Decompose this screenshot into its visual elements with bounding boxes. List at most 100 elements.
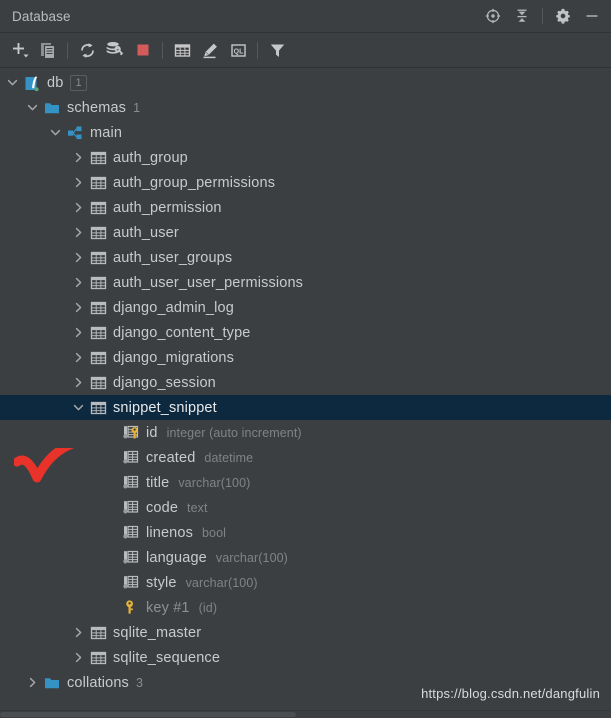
tree-row-django_migrations[interactable]: django_migrations	[0, 345, 611, 370]
tree-row-main[interactable]: main	[0, 120, 611, 145]
open-data-editor-button[interactable]	[168, 37, 196, 64]
tree-expander-main[interactable]	[47, 120, 64, 145]
tree-label-column-id: id	[146, 424, 158, 441]
tree-row-auth_user_groups[interactable]: auth_user_groups	[0, 245, 611, 270]
tree-row-column-created[interactable]: created datetime	[0, 445, 611, 470]
tree-expander-sqlite_master[interactable]	[70, 620, 87, 645]
tree-expander-collations[interactable]	[24, 670, 41, 695]
settings-gear-icon[interactable]	[550, 3, 576, 29]
tree-row-key-1[interactable]: key #1 (id)	[0, 595, 611, 620]
tree-label-django_migrations: django_migrations	[113, 349, 235, 366]
table-icon	[87, 620, 109, 645]
tree-row-auth_user_user_permissions[interactable]: auth_user_user_permissions	[0, 270, 611, 295]
stop-button[interactable]	[129, 37, 157, 64]
tree-subtext-column-linenos: bool	[202, 525, 227, 540]
tree-expander-auth_user_user_permissions[interactable]	[70, 270, 87, 295]
tree-expander-sqlite_sequence[interactable]	[70, 645, 87, 670]
tree-subtext-key-1: (id)	[198, 600, 218, 615]
tree-row-snippet_snippet[interactable]: snippet_snippet	[0, 395, 611, 420]
tree-row-sqlite_master[interactable]: sqlite_master	[0, 620, 611, 645]
tree-expander-auth_user[interactable]	[70, 220, 87, 245]
tree-subtext-column-title: varchar(100)	[178, 475, 251, 490]
table-icon	[87, 270, 109, 295]
header-divider	[542, 8, 543, 24]
filter-button[interactable]	[263, 37, 291, 64]
tree-row-column-language[interactable]: language varchar(100)	[0, 545, 611, 570]
tree-row-db[interactable]: db 1	[0, 70, 611, 95]
tree-label-column-code: code	[146, 499, 179, 516]
datasource-icon	[21, 70, 43, 95]
tree-label-key-1: key #1	[146, 599, 190, 616]
minimize-icon[interactable]	[579, 3, 605, 29]
tree-expander-django_migrations[interactable]	[70, 345, 87, 370]
modify-object-button[interactable]	[196, 37, 224, 64]
tree-label-auth_user: auth_user	[113, 224, 179, 241]
table-icon	[87, 395, 109, 420]
tree-row-django_admin_log[interactable]: django_admin_log	[0, 295, 611, 320]
refresh-button[interactable]	[73, 37, 101, 64]
duplicate-button[interactable]	[34, 37, 62, 64]
tree-row-column-id[interactable]: id integer (auto increment)	[0, 420, 611, 445]
tree-row-schemas[interactable]: schemas 1	[0, 95, 611, 120]
collapse-all-icon[interactable]	[509, 3, 535, 29]
scroll-from-source-icon[interactable]	[480, 3, 506, 29]
tree-row-column-linenos[interactable]: linenos bool	[0, 520, 611, 545]
column-icon	[120, 545, 142, 570]
table-icon	[87, 195, 109, 220]
tree-row-sqlite_sequence[interactable]: sqlite_sequence	[0, 645, 611, 670]
tree-label-snippet_snippet: snippet_snippet	[113, 399, 217, 416]
tree-label-django_session: django_session	[113, 374, 216, 391]
column-icon	[120, 570, 142, 595]
page-title: Database	[12, 8, 71, 24]
database-tool-window: Database QL db 1 schemas 1 main auth_gro…	[0, 0, 611, 718]
horizontal-scrollbar[interactable]	[0, 710, 611, 718]
scrollbar-thumb[interactable]	[0, 712, 296, 717]
table-icon	[87, 645, 109, 670]
tree-expander-auth_group[interactable]	[70, 145, 87, 170]
tree-label-column-language: language	[146, 549, 207, 566]
tree-expander-auth_permission[interactable]	[70, 195, 87, 220]
tree-label-column-title: title	[146, 474, 170, 491]
tree-expander-schemas[interactable]	[24, 95, 41, 120]
column-icon	[120, 495, 142, 520]
tree-expander-django_session[interactable]	[70, 370, 87, 395]
tree-expander-auth_group_permissions[interactable]	[70, 170, 87, 195]
sync-schema-button[interactable]	[101, 37, 129, 64]
tree-row-auth_user[interactable]: auth_user	[0, 220, 611, 245]
toolbar-divider-1	[67, 41, 68, 59]
header-actions	[480, 3, 605, 29]
add-new-button[interactable]	[6, 37, 34, 64]
tree-expander-django_content_type[interactable]	[70, 320, 87, 345]
tree-subtext-column-id: integer (auto increment)	[166, 425, 302, 440]
tree-row-auth_group_permissions[interactable]: auth_group_permissions	[0, 170, 611, 195]
tree-label-sqlite_master: sqlite_master	[113, 624, 202, 641]
tree-count-schemas: 1	[133, 100, 141, 115]
table-icon	[87, 170, 109, 195]
tree-row-column-title[interactable]: title varchar(100)	[0, 470, 611, 495]
tree-label-django_admin_log: django_admin_log	[113, 299, 234, 316]
tree-expander-snippet_snippet[interactable]	[70, 395, 87, 420]
tree-row-column-style[interactable]: style varchar(100)	[0, 570, 611, 595]
tree-label-auth_user_groups: auth_user_groups	[113, 249, 233, 266]
tree-expander-django_admin_log[interactable]	[70, 295, 87, 320]
tree-label-db: db	[47, 74, 64, 91]
tree-count-collations: 3	[135, 675, 143, 690]
table-icon	[87, 245, 109, 270]
tree-label-django_content_type: django_content_type	[113, 324, 251, 341]
tree-expander-auth_user_groups[interactable]	[70, 245, 87, 270]
tree-expander-db[interactable]	[4, 70, 21, 95]
tree-label-main: main	[90, 124, 123, 141]
tree-row-django_session[interactable]: django_session	[0, 370, 611, 395]
database-tree[interactable]: db 1 schemas 1 main auth_group auth_group_perm…	[0, 68, 611, 718]
tree-row-auth_group[interactable]: auth_group	[0, 145, 611, 170]
tree-row-column-code[interactable]: code text	[0, 495, 611, 520]
tree-row-django_content_type[interactable]: django_content_type	[0, 320, 611, 345]
watermark-text: https://blog.csdn.net/dangfulin	[421, 686, 600, 701]
tree-subtext-column-language: varchar(100)	[215, 550, 288, 565]
tree-row-auth_permission[interactable]: auth_permission	[0, 195, 611, 220]
tree-badge-db: 1	[70, 74, 87, 91]
toolbar-divider-3	[257, 41, 258, 59]
tree-label-column-linenos: linenos	[146, 524, 193, 541]
open-query-console-button[interactable]: QL	[224, 37, 252, 64]
tree-label-sqlite_sequence: sqlite_sequence	[113, 649, 221, 666]
